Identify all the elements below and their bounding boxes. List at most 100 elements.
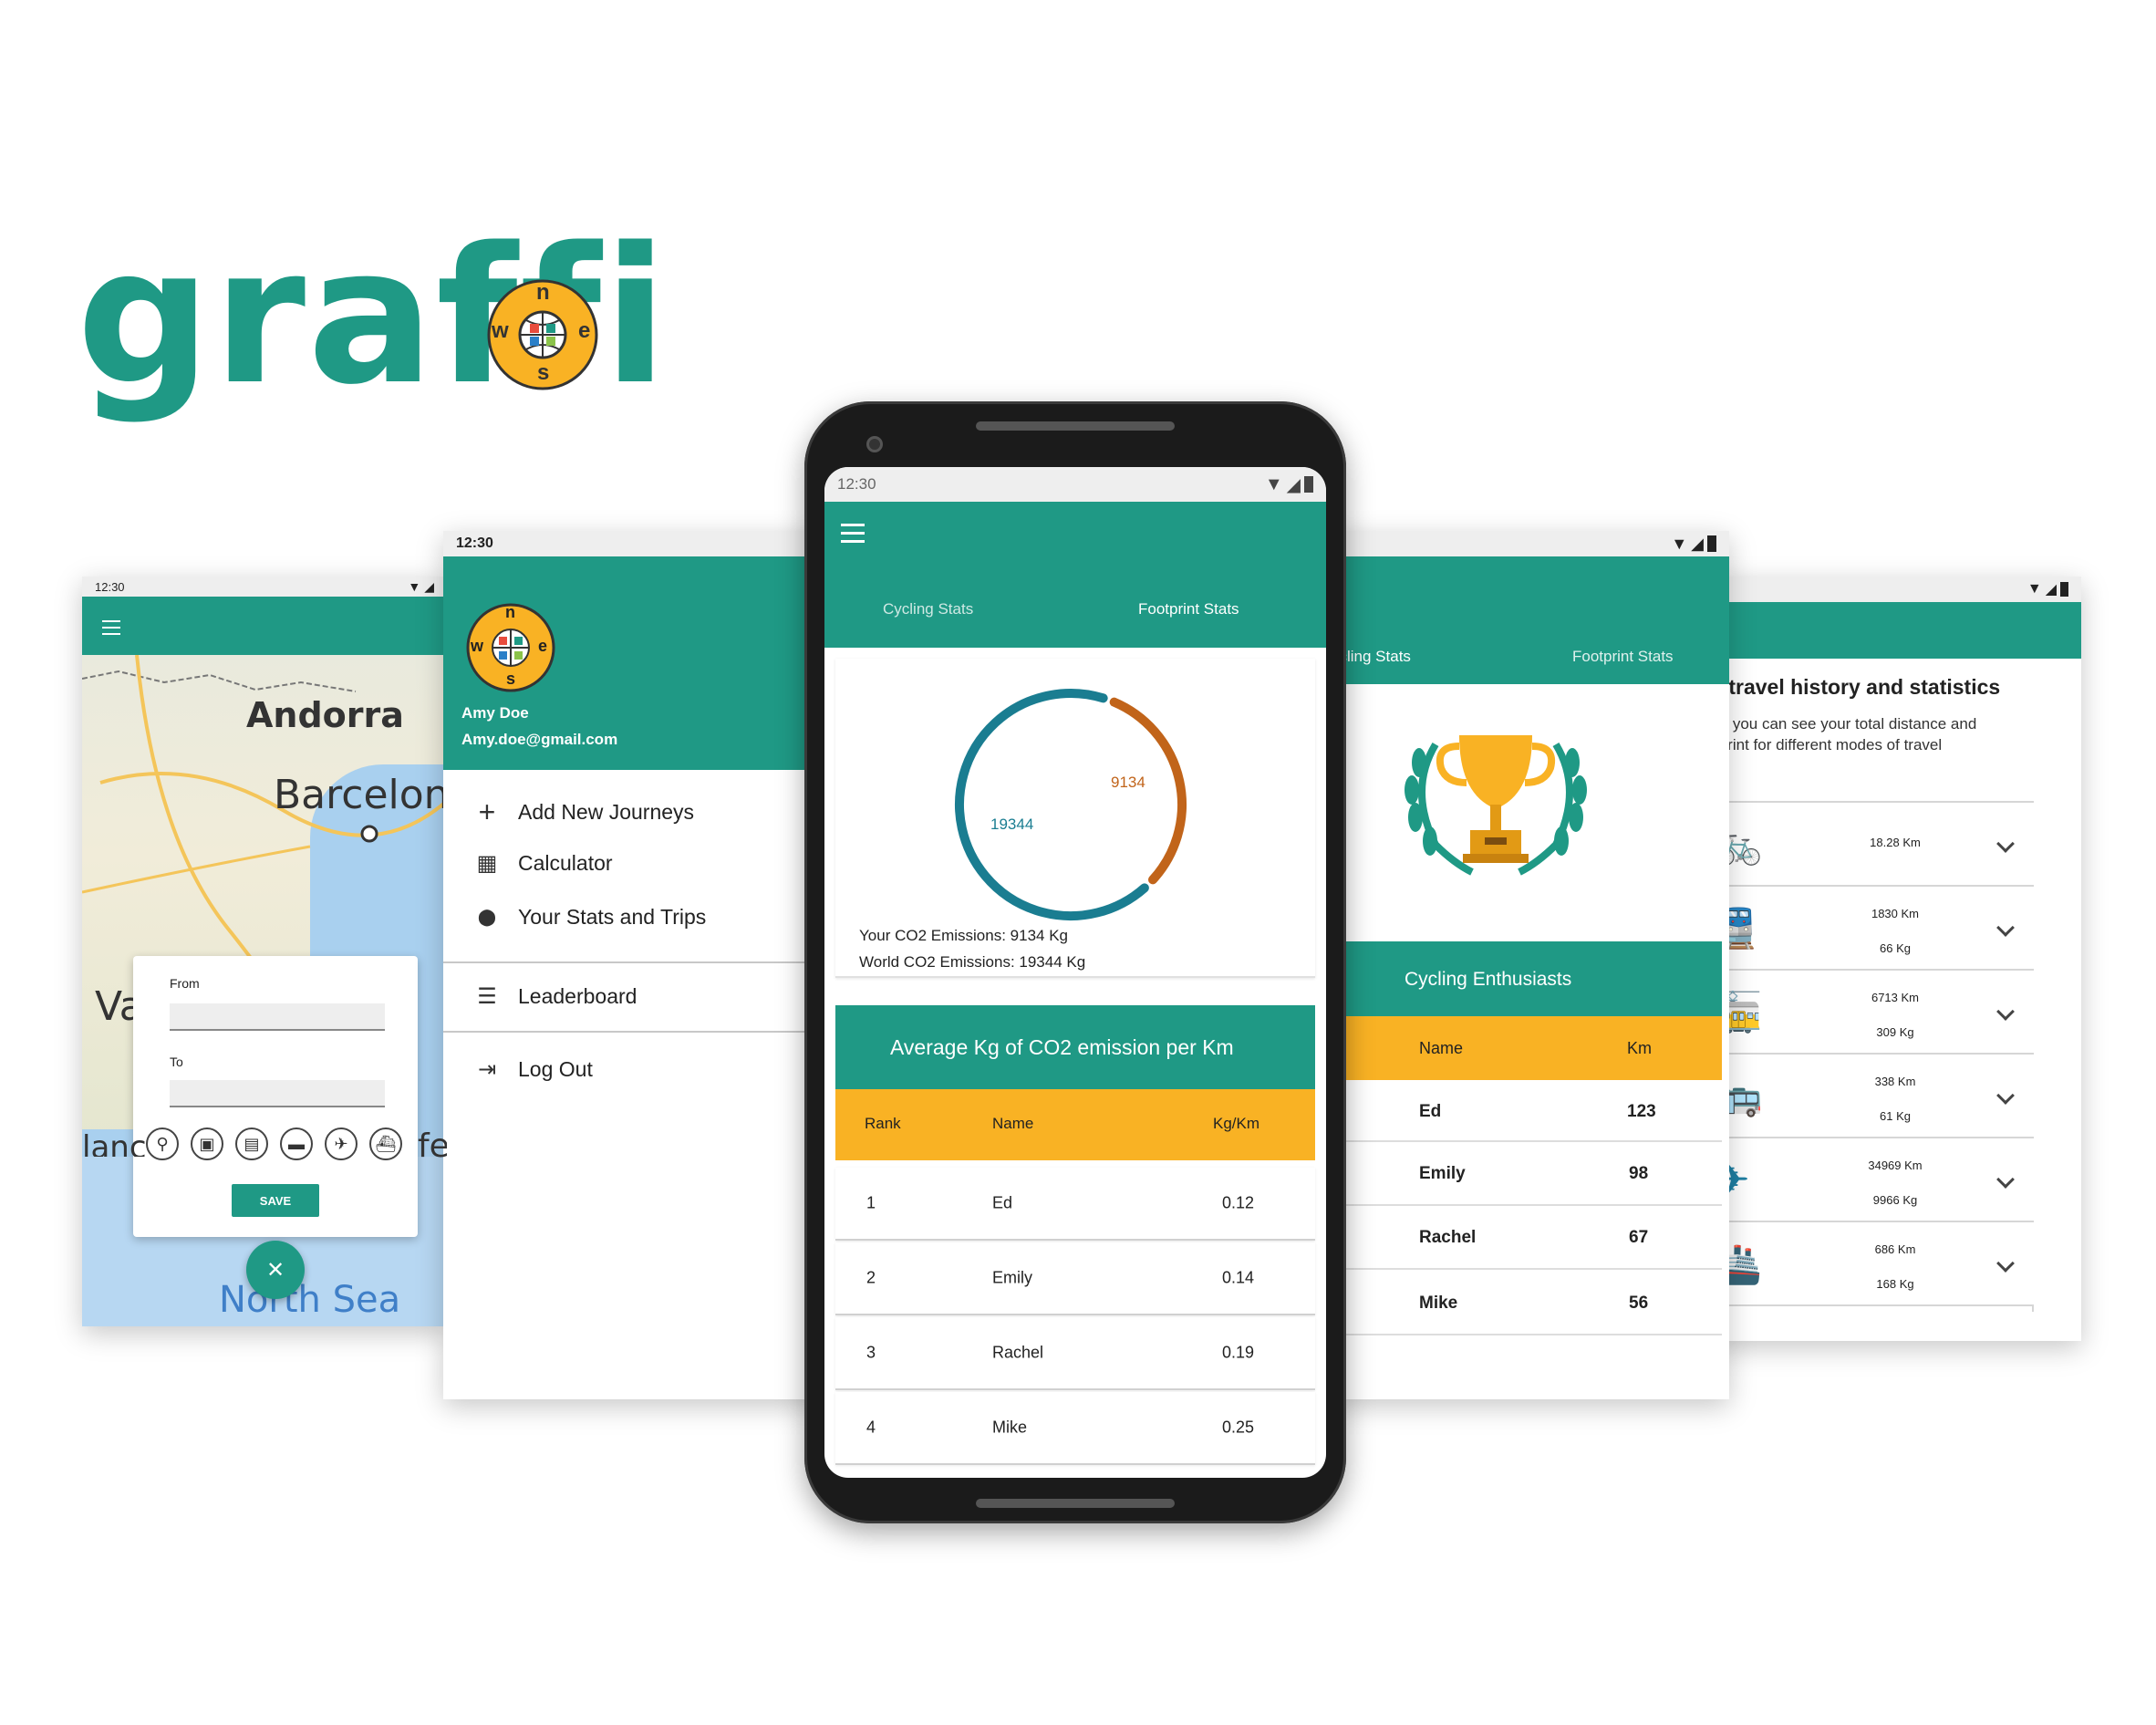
history-distance: 338 Km bbox=[1874, 1075, 1916, 1088]
mode-car-icon[interactable]: ▬ bbox=[280, 1127, 313, 1160]
map-label-fe: fe bbox=[418, 1127, 447, 1165]
column-name: Name bbox=[992, 1115, 1034, 1132]
leaderboard-row[interactable]: Ed 123 bbox=[1332, 1080, 1722, 1142]
from-input[interactable] bbox=[170, 1003, 385, 1031]
drawer-item-label: Leaderboard bbox=[518, 984, 637, 1008]
list-icon: ☰ bbox=[477, 984, 497, 1009]
chevron-down-icon[interactable] bbox=[1996, 1086, 2015, 1105]
donut-your-value: 9134 bbox=[1111, 774, 1145, 791]
history-distance: 1830 Km bbox=[1871, 907, 1920, 920]
row-km: 56 bbox=[1629, 1294, 1649, 1313]
table-row[interactable]: 1 Ed 0.12 bbox=[835, 1168, 1315, 1241]
row-km: 67 bbox=[1629, 1228, 1649, 1247]
mode-bus-icon[interactable]: ▤ bbox=[235, 1127, 268, 1160]
history-co2: 309 Kg bbox=[1876, 1025, 1914, 1039]
history-row-tram[interactable]: 🚋 6713 Km 309 Kg bbox=[1715, 971, 2034, 1055]
cell-value: 0.25 bbox=[1222, 1418, 1255, 1437]
from-label: From bbox=[170, 976, 200, 991]
compass-n: n bbox=[536, 280, 550, 305]
history-row-plane[interactable]: ✈ 34969 Km 9966 Kg bbox=[1715, 1138, 2034, 1222]
to-label: To bbox=[170, 1055, 183, 1069]
history-title: r travel history and statistics bbox=[1715, 675, 2001, 699]
compass-w: w bbox=[492, 318, 509, 343]
history-co2: 168 Kg bbox=[1876, 1277, 1914, 1291]
travel-history-screen: ▼ ◢ r travel history and statistics re y… bbox=[1715, 577, 2081, 1341]
drawer-item-label: Your Stats and Trips bbox=[518, 905, 707, 929]
cell-rank: 3 bbox=[866, 1343, 876, 1362]
wifi-icon: ▼ bbox=[1264, 473, 1283, 494]
drawer-item-your-stats-and-trips[interactable]: ⬤ Your Stats and Trips bbox=[476, 905, 706, 930]
trophy-illustration bbox=[1399, 726, 1592, 883]
phone-camera bbox=[866, 436, 883, 452]
table-row[interactable]: 4 Mike 0.25 bbox=[835, 1392, 1315, 1465]
history-distance: 34969 Km bbox=[1868, 1159, 1923, 1172]
tab-footprint-stats[interactable]: Footprint Stats bbox=[1138, 600, 1239, 618]
compass-logo: n w e s bbox=[486, 278, 599, 391]
drawer-item-add-new-journeys[interactable]: + Add New Journeys bbox=[476, 795, 694, 829]
cell-value: 0.12 bbox=[1222, 1193, 1255, 1212]
chevron-down-icon[interactable] bbox=[1996, 835, 2015, 853]
compass-s: s bbox=[537, 360, 550, 385]
history-distance: 18.28 Km bbox=[1870, 836, 1921, 849]
emissions-card: 9134 19344 Your CO2 Emissions: 9134 Kg W… bbox=[835, 659, 1315, 978]
leaderboard-row[interactable]: Rachel 67 bbox=[1332, 1206, 1722, 1270]
row-name: Rachel bbox=[1419, 1228, 1477, 1247]
column-km: Km bbox=[1627, 1039, 1652, 1057]
close-fab[interactable]: ✕ bbox=[246, 1241, 305, 1299]
column-kg-km: Kg/Km bbox=[1213, 1115, 1260, 1132]
trophy-icon bbox=[1405, 735, 1587, 876]
status-time: 12:30 bbox=[456, 535, 493, 551]
menu-icon[interactable] bbox=[102, 620, 120, 640]
mode-train-icon[interactable]: ▣ bbox=[191, 1127, 223, 1160]
drawer-item-calculator[interactable]: ▦ Calculator bbox=[476, 850, 613, 877]
history-row-train[interactable]: 🚆 1830 Km 66 Kg bbox=[1715, 887, 2034, 971]
chevron-down-icon[interactable] bbox=[1996, 919, 2015, 937]
status-icons: ▼ ◢ bbox=[2027, 577, 2068, 602]
navigation-drawer-screen: 12:30 n w e s Amy Doe Amy.doe@gmail.com … bbox=[443, 531, 826, 1399]
compass-e: e bbox=[578, 318, 591, 343]
status-time: 12:30 bbox=[837, 475, 876, 493]
to-input[interactable] bbox=[170, 1080, 385, 1107]
menu-icon[interactable] bbox=[841, 524, 865, 543]
history-row-ship[interactable]: 🚢 686 Km 168 Kg bbox=[1715, 1222, 2034, 1306]
save-button[interactable]: SAVE bbox=[232, 1184, 319, 1217]
history-row-bicycle[interactable]: 🚲 18.28 Km bbox=[1715, 803, 2034, 887]
app-bar bbox=[82, 597, 447, 655]
wifi-icon: ▼ bbox=[408, 579, 421, 594]
mode-plane-icon[interactable]: ✈ bbox=[325, 1127, 358, 1160]
leaderboard-screen: ▼ ◢ ycling Stats Footprint Stats Cycling… bbox=[1332, 531, 1729, 1399]
battery-icon bbox=[1707, 535, 1716, 552]
tab-cycling-stats[interactable]: Cycling Stats bbox=[883, 600, 973, 618]
row-name: Emily bbox=[1419, 1164, 1466, 1183]
mode-bicycle-icon[interactable]: ⚲ bbox=[146, 1127, 179, 1160]
drawer-item-log-out[interactable]: ⇥ Log Out bbox=[476, 1056, 593, 1083]
world-emissions-text: World CO2 Emissions: 19344 Kg bbox=[859, 953, 1086, 971]
tab-footprint-stats[interactable]: Footprint Stats bbox=[1572, 648, 1674, 666]
history-subtitle-1: re you can see your total distance and bbox=[1715, 715, 1977, 733]
cell-name: Rachel bbox=[992, 1343, 1044, 1362]
phone-speaker bbox=[976, 421, 1175, 431]
map-label-barcelona: Barcelona bbox=[274, 772, 447, 818]
row-name: Ed bbox=[1419, 1102, 1442, 1121]
chevron-down-icon[interactable] bbox=[1996, 1003, 2015, 1021]
table-row[interactable]: 3 Rachel 0.19 bbox=[835, 1317, 1315, 1390]
history-co2: 9966 Kg bbox=[1872, 1193, 1918, 1207]
history-row-bus[interactable]: 🚌 338 Km 61 Kg bbox=[1715, 1055, 2034, 1138]
chevron-down-icon[interactable] bbox=[1996, 1170, 2015, 1189]
avatar: n w e s bbox=[465, 602, 556, 693]
chevron-down-icon[interactable] bbox=[1996, 1254, 2015, 1273]
mode-ferry-icon[interactable]: ⛴ bbox=[369, 1127, 402, 1160]
drawer-item-label: Calculator bbox=[518, 851, 613, 875]
phone-bottom-speaker bbox=[976, 1499, 1175, 1508]
table-row[interactable]: 2 Emily 0.14 bbox=[835, 1242, 1315, 1315]
leaderboard-row[interactable]: Mike 56 bbox=[1332, 1270, 1722, 1335]
drawer-item-leaderboard[interactable]: ☰ Leaderboard bbox=[476, 983, 637, 1010]
footprint-stats-screen: 12:30 ▼ ◢ Cycling Stats Footprint Stats … bbox=[824, 467, 1326, 1478]
leaderboard-row[interactable]: Emily 98 bbox=[1332, 1142, 1722, 1206]
phone-device: 12:30 ▼ ◢ Cycling Stats Footprint Stats … bbox=[804, 401, 1346, 1523]
status-bar: 12:30 ▼ ◢ bbox=[82, 577, 447, 597]
donut-world-value: 19344 bbox=[990, 816, 1034, 833]
donut-segment-world-emissions bbox=[955, 689, 1149, 920]
map-label-andorra: Andorra bbox=[246, 695, 404, 735]
table-title-bar: Average Kg of CO2 emission per Km bbox=[835, 1005, 1315, 1089]
